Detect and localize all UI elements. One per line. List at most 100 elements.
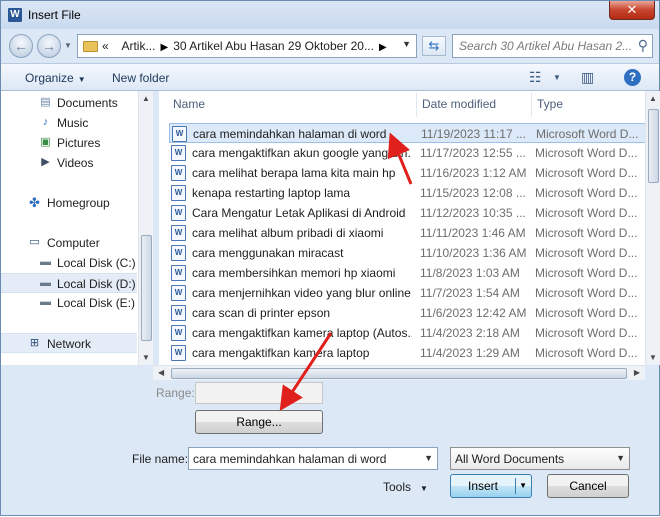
file-type: Microsoft Word D...: [535, 306, 638, 320]
file-row[interactable]: Wcara mengaktifkan akun google yang din.…: [169, 143, 645, 163]
view-options-icon[interactable]: ☷: [529, 69, 542, 86]
file-type: Microsoft Word D...: [535, 206, 638, 220]
file-name: cara melihat berapa lama kita main hp: [192, 166, 396, 180]
sidebar-item-pictures[interactable]: ▣ Pictures: [1, 133, 137, 153]
word-document-icon: W: [171, 205, 186, 221]
tools-button[interactable]: Tools ▼: [383, 480, 428, 494]
preview-pane-icon[interactable]: ▥: [581, 69, 594, 86]
file-date-modified: 11/12/2023 10:35 ...: [420, 206, 526, 220]
file-date-modified: 11/7/2023 1:54 AM: [420, 286, 520, 300]
scrollbar-thumb[interactable]: [648, 109, 659, 183]
insert-button[interactable]: Insert ▼: [450, 474, 532, 498]
column-header-date[interactable]: Date modified: [422, 97, 496, 111]
cancel-button[interactable]: Cancel: [547, 474, 629, 498]
drive-icon: ▬: [40, 256, 51, 268]
file-list-horizontal-scrollbar[interactable]: ◀ ▶: [153, 365, 645, 380]
chevron-right-icon[interactable]: ▶: [379, 42, 387, 53]
sidebar-item-network[interactable]: ⊞ Network: [1, 333, 137, 353]
column-header-type[interactable]: Type: [537, 97, 563, 111]
breadcrumb-overflow[interactable]: «: [102, 39, 109, 53]
network-icon: ⊞: [29, 337, 40, 349]
forward-button[interactable]: →: [37, 34, 61, 58]
file-name-field[interactable]: cara memindahkan halaman di word ▼: [188, 447, 438, 470]
sidebar-item-homegroup[interactable]: ✤ Homegroup: [1, 193, 137, 213]
file-row[interactable]: Wcara mengaktifkan kamera laptop (Autos.…: [169, 323, 645, 343]
scrollbar-thumb[interactable]: [171, 368, 627, 379]
organize-label: Organize: [25, 71, 74, 85]
chevron-down-icon: ▼: [77, 75, 86, 84]
sidebar-item-local-disk-e[interactable]: ▬ Local Disk (E:): [1, 293, 137, 313]
file-row[interactable]: Wcara membersihkan memori hp xiaomi 11/8/…: [169, 263, 645, 283]
file-row[interactable]: Wcara melihat berapa lama kita main hp 11…: [169, 163, 645, 183]
window-title: Insert File: [28, 8, 81, 22]
file-row[interactable]: Wcara menggunakan miracast 11/10/2023 1:3…: [169, 243, 645, 263]
sidebar-item-label: Computer: [47, 236, 100, 250]
new-folder-button[interactable]: New folder: [112, 71, 169, 85]
search-input[interactable]: Search 30 Artikel Abu Hasan 2... ⚲: [452, 34, 653, 58]
column-header-name[interactable]: Name: [173, 97, 205, 111]
file-name: Cara Mengatur Letak Aplikasi di Android: [192, 206, 406, 220]
sidebar-item-label: Videos: [57, 156, 94, 170]
file-row[interactable]: Wcara scan di printer epson 11/6/2023 12:…: [169, 303, 645, 323]
help-icon[interactable]: ?: [624, 69, 641, 86]
close-button[interactable]: ✕: [609, 1, 655, 20]
folder-icon: [83, 41, 98, 52]
chevron-down-icon[interactable]: ▼: [402, 39, 411, 49]
title-bar: W Insert File ✕: [1, 1, 659, 29]
sidebar-item-label: Documents: [57, 96, 118, 110]
back-button[interactable]: ←: [9, 34, 33, 58]
file-row[interactable]: W Cara Mengatur Letak Aplikasi di Android…: [169, 203, 645, 223]
word-document-icon: W: [171, 165, 186, 181]
breadcrumb-item[interactable]: 30 Artikel Abu Hasan 29 Oktober 20...: [173, 39, 374, 53]
insert-file-dialog: W Insert File ✕ ← → ▼ « Artik... ▶ 30 Arti…: [0, 0, 660, 516]
breadcrumb: « Artik... ▶ 30 Artikel Abu Hasan 29 Oktob…: [102, 39, 392, 53]
file-list-vertical-scrollbar[interactable]: ▲ ▼: [645, 91, 660, 365]
word-document-icon: W: [171, 185, 186, 201]
word-document-icon: W: [171, 225, 186, 241]
chevron-down-icon[interactable]: ▼: [553, 73, 561, 82]
refresh-button[interactable]: ⇆: [422, 36, 446, 56]
range-button[interactable]: Range...: [195, 410, 323, 434]
scroll-left-icon[interactable]: ◀: [158, 368, 164, 377]
file-type-select[interactable]: All Word Documents ▼: [450, 447, 630, 470]
file-date-modified: 11/11/2023 1:46 AM: [420, 226, 526, 240]
address-bar[interactable]: « Artik... ▶ 30 Artikel Abu Hasan 29 Oktob…: [77, 34, 417, 58]
sidebar-item-local-disk-c[interactable]: ▬ Local Disk (C:): [1, 253, 137, 273]
organize-button[interactable]: Organize ▼: [25, 71, 86, 85]
word-document-icon: W: [172, 126, 187, 142]
scroll-up-icon[interactable]: ▲: [649, 94, 657, 103]
sidebar-item-computer[interactable]: ▭ Computer: [1, 233, 137, 253]
column-divider[interactable]: [416, 93, 417, 117]
sidebar-item-local-disk-d[interactable]: ▬ Local Disk (D:): [1, 273, 137, 293]
recent-locations-dropdown[interactable]: ▼: [64, 41, 72, 50]
chevron-right-icon[interactable]: ▶: [160, 42, 168, 53]
command-toolbar: Organize ▼ New folder ☷ ▼ ▥ ?: [1, 63, 659, 91]
navigation-pane: ▤ Documents ♪ Music ▣ Pictures ▶ Videos …: [1, 91, 153, 365]
breadcrumb-item[interactable]: Artik...: [121, 39, 155, 53]
file-row[interactable]: Wcara memindahkan halaman di word 11/19/2…: [169, 123, 645, 143]
sidebar-item-music[interactable]: ♪ Music: [1, 113, 137, 133]
scrollbar-thumb[interactable]: [141, 235, 152, 341]
file-row[interactable]: Wcara menjernihkan video yang blur onlin…: [169, 283, 645, 303]
file-row[interactable]: Wkenapa restarting laptop lama 11/15/2023…: [169, 183, 645, 203]
scroll-down-icon[interactable]: ▼: [649, 353, 657, 362]
file-row[interactable]: Wcara melihat album pribadi di xiaomi 11/…: [169, 223, 645, 243]
sidebar-scrollbar[interactable]: ▲ ▼: [138, 91, 153, 365]
chevron-down-icon[interactable]: ▼: [424, 453, 433, 463]
scroll-up-icon[interactable]: ▲: [142, 94, 150, 103]
sidebar-item-videos[interactable]: ▶ Videos: [1, 153, 137, 173]
search-icon[interactable]: ⚲: [638, 37, 648, 54]
file-date-modified: 11/17/2023 12:55 ...: [420, 146, 526, 160]
column-divider[interactable]: [531, 93, 532, 117]
file-row[interactable]: Wcara mengaktifkan kamera laptop 11/4/202…: [169, 343, 645, 363]
sidebar-item-label: Music: [57, 116, 89, 130]
file-type: Microsoft Word D...: [535, 166, 638, 180]
file-name: cara scan di printer epson: [192, 306, 331, 320]
drive-icon: ▬: [40, 296, 51, 308]
chevron-down-icon[interactable]: ▼: [616, 453, 625, 463]
file-name: cara mengaktifkan akun google yang din..…: [192, 146, 412, 160]
chevron-down-icon[interactable]: ▼: [519, 475, 527, 497]
scroll-right-icon[interactable]: ▶: [634, 368, 640, 377]
scroll-down-icon[interactable]: ▼: [142, 353, 150, 362]
sidebar-item-documents[interactable]: ▤ Documents: [1, 93, 137, 113]
